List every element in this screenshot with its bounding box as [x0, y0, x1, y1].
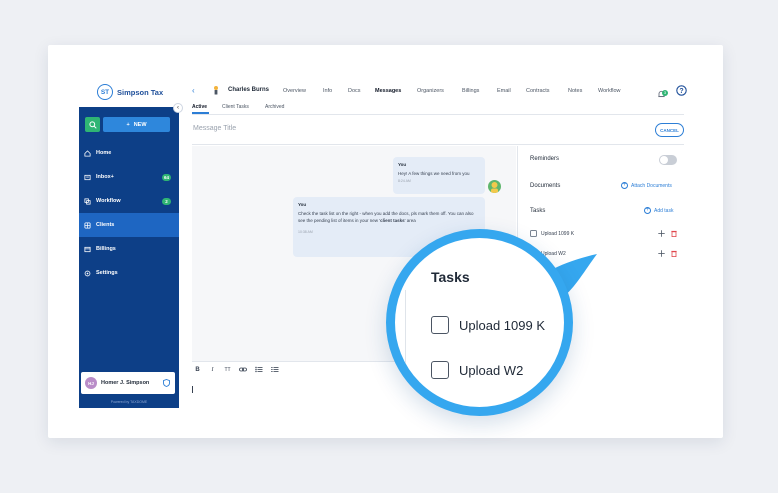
new-button-label: NEW	[133, 121, 147, 128]
help-icon[interactable]: ?	[676, 85, 687, 96]
svg-text:?: ?	[679, 88, 683, 95]
cancel-button[interactable]: CANCEL	[655, 123, 684, 137]
client-name: Charles Burns	[228, 87, 270, 93]
brand-logo[interactable]: ST Simpson Tax	[97, 84, 163, 100]
sidebar-item-billings[interactable]: Billings	[79, 237, 179, 261]
attach-documents-button[interactable]: + Attach Documents	[621, 182, 672, 189]
workflow-icon	[84, 197, 91, 205]
sidebar-item-inbox[interactable]: Inbox+ 64	[79, 165, 179, 189]
message-bubble: You Hey! A few things we need from you 8…	[393, 157, 485, 194]
user-avatar-icon	[491, 182, 498, 193]
editor-toolbar: B I TT	[194, 366, 279, 373]
text-size-button[interactable]: TT	[224, 367, 231, 373]
message-author: You	[398, 162, 407, 167]
sidebar-item-home[interactable]: Home	[79, 141, 179, 165]
drag-move-icon[interactable]	[658, 230, 665, 237]
avatar: HJ	[85, 377, 97, 389]
subtab-client-tasks[interactable]: Client Tasks	[222, 104, 249, 110]
tab-billings[interactable]: Billings	[462, 88, 479, 94]
task-label: Upload 1099 K	[541, 230, 575, 237]
user-name: Homer J. Simpson	[101, 380, 150, 386]
bold-button[interactable]: B	[194, 367, 201, 373]
settings-icon	[84, 270, 91, 276]
client-avatar-icon	[214, 86, 218, 95]
magnifier-task-label: Upload W2	[459, 362, 524, 378]
message-text: Hey! A few things we need from you	[398, 171, 470, 176]
message-author: You	[298, 202, 307, 207]
powered-by: Powered by TAXDOME	[110, 400, 148, 404]
brand-name: Simpson Tax	[117, 87, 164, 97]
editor-divider	[192, 361, 407, 362]
user-profile-card[interactable]: HJ Homer J. Simpson	[81, 372, 175, 394]
drag-move-icon[interactable]	[658, 250, 665, 257]
sender-avatar	[488, 180, 501, 193]
message-time: 8:24 AM	[398, 179, 411, 183]
tab-overview[interactable]: Overview	[283, 88, 306, 94]
workflow-count-badge: 2	[162, 197, 171, 205]
collapse-sidebar-button[interactable]: ‹	[173, 103, 183, 113]
task-checkbox[interactable]	[530, 230, 537, 237]
tab-docs[interactable]: Docs	[348, 88, 361, 94]
sidebar-item-clients[interactable]: Clients	[79, 213, 179, 237]
search-button[interactable]	[85, 117, 100, 132]
tasks-magnifier: Tasks Upload 1099 K Upload W2	[386, 229, 573, 416]
new-button[interactable]: + NEW	[103, 117, 170, 132]
notification-count-badge: 3	[662, 89, 668, 96]
numbered-list-icon[interactable]	[271, 366, 279, 373]
tab-email[interactable]: Email	[497, 88, 511, 94]
documents-label: Documents	[530, 183, 561, 189]
sidebar-item-settings[interactable]: Settings	[79, 261, 179, 285]
magnifier-task-item: Upload 1099 K	[431, 316, 545, 334]
header-icons: 3 ?	[657, 85, 687, 97]
link-icon[interactable]	[239, 366, 247, 373]
tab-notes[interactable]: Notes	[568, 88, 582, 94]
editor-text-cursor[interactable]	[192, 386, 193, 393]
magnifier-task-label: Upload 1099 K	[459, 317, 546, 333]
tab-organizers[interactable]: Organizers	[417, 88, 444, 94]
title-divider	[192, 144, 684, 145]
back-chevron-icon[interactable]: ‹	[192, 86, 195, 95]
task-actions	[658, 230, 677, 237]
notifications-button[interactable]: 3	[657, 86, 668, 97]
italic-button[interactable]: I	[209, 367, 216, 373]
subtab-active[interactable]: Active	[192, 104, 207, 110]
sidebar-item-workflow[interactable]: Workflow 2	[79, 189, 179, 213]
home-icon	[84, 149, 91, 157]
tab-messages[interactable]: Messages	[375, 88, 401, 94]
tab-info[interactable]: Info	[323, 88, 332, 94]
magnifier-task-checkbox[interactable]	[431, 316, 449, 334]
reminders-label: Reminders	[530, 156, 560, 162]
message-title-input[interactable]: Message Title	[193, 125, 236, 132]
magnifier-title: Tasks	[431, 269, 470, 285]
billings-icon	[84, 246, 91, 252]
magnifier-divider	[405, 290, 413, 407]
add-task-button[interactable]: + Add task	[644, 207, 673, 214]
bullet-list-icon[interactable]	[255, 366, 263, 373]
reminders-toggle[interactable]	[659, 155, 677, 165]
task-actions	[658, 250, 677, 257]
plus-circle-icon: +	[644, 207, 651, 214]
tab-workflow[interactable]: Workflow	[598, 88, 621, 94]
task-item: Upload 1099 K	[530, 230, 574, 237]
message-text: Check the task list on the right - when …	[298, 211, 474, 223]
plus-circle-icon: +	[621, 182, 628, 189]
header-divider	[192, 114, 684, 115]
shield-icon	[163, 379, 170, 387]
tasks-label: Tasks	[530, 208, 546, 214]
magnifier-task-checkbox[interactable]	[431, 361, 449, 379]
logo-mark: ST	[97, 84, 113, 100]
magnifier-task-item: Upload W2	[431, 361, 523, 379]
subtab-archived[interactable]: Archived	[265, 104, 284, 110]
plus-icon: +	[126, 121, 130, 128]
inbox-icon	[84, 174, 91, 180]
search-icon	[88, 120, 97, 129]
tab-contracts[interactable]: Contracts	[526, 88, 550, 94]
trash-icon[interactable]	[671, 230, 677, 237]
trash-icon[interactable]	[671, 250, 677, 257]
clients-icon	[84, 221, 91, 229]
inbox-count-badge: 64	[161, 173, 171, 181]
